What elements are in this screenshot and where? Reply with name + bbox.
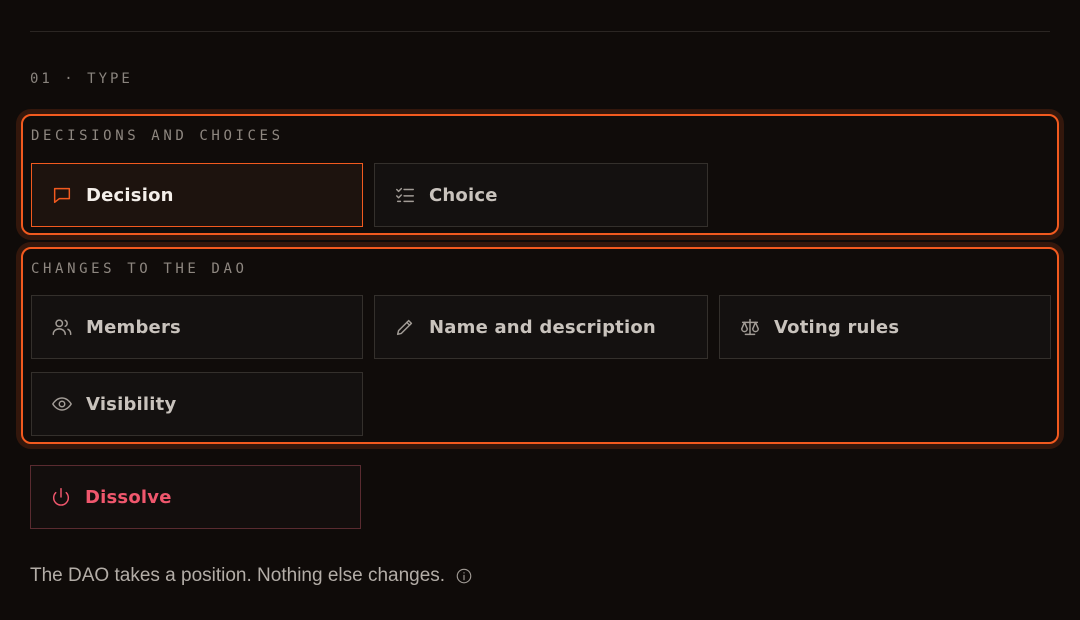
- type-option-label: Choice: [429, 184, 498, 206]
- group-changes-to-the-dao: CHANGES TO THE DAO Members Name and desc…: [21, 247, 1059, 444]
- type-option-label: Visibility: [86, 393, 177, 415]
- type-option-label: Members: [86, 316, 181, 338]
- type-option-name-and-description[interactable]: Name and description: [374, 295, 708, 359]
- type-option-choice[interactable]: Choice: [374, 163, 708, 227]
- type-option-label: Voting rules: [774, 316, 900, 338]
- type-description: The DAO takes a position. Nothing else c…: [30, 565, 473, 587]
- type-option-decision[interactable]: Decision: [31, 163, 363, 227]
- type-option-label: Decision: [86, 184, 174, 206]
- group-label-changes: CHANGES TO THE DAO: [31, 261, 248, 277]
- helper-text: The DAO takes a position. Nothing else c…: [30, 565, 446, 586]
- group-label-decisions: DECISIONS AND CHOICES: [31, 128, 284, 144]
- top-divider: [30, 31, 1050, 32]
- section-label: 01 · TYPE: [30, 71, 133, 87]
- type-option-dissolve[interactable]: Dissolve: [30, 465, 361, 529]
- scale-icon: [739, 316, 761, 338]
- users-icon: [51, 316, 73, 338]
- pencil-icon: [394, 316, 416, 338]
- group-decisions-and-choices: DECISIONS AND CHOICES Decision Choice: [21, 114, 1059, 235]
- list-checks-icon: [394, 184, 416, 206]
- power-icon: [50, 486, 72, 508]
- type-option-visibility[interactable]: Visibility: [31, 372, 363, 436]
- type-option-voting-rules[interactable]: Voting rules: [719, 295, 1051, 359]
- info-icon[interactable]: [455, 567, 473, 585]
- type-option-label: Name and description: [429, 316, 656, 338]
- message-square-icon: [51, 184, 73, 206]
- type-option-members[interactable]: Members: [31, 295, 363, 359]
- dissolve-label: Dissolve: [85, 486, 172, 508]
- eye-icon: [51, 393, 73, 415]
